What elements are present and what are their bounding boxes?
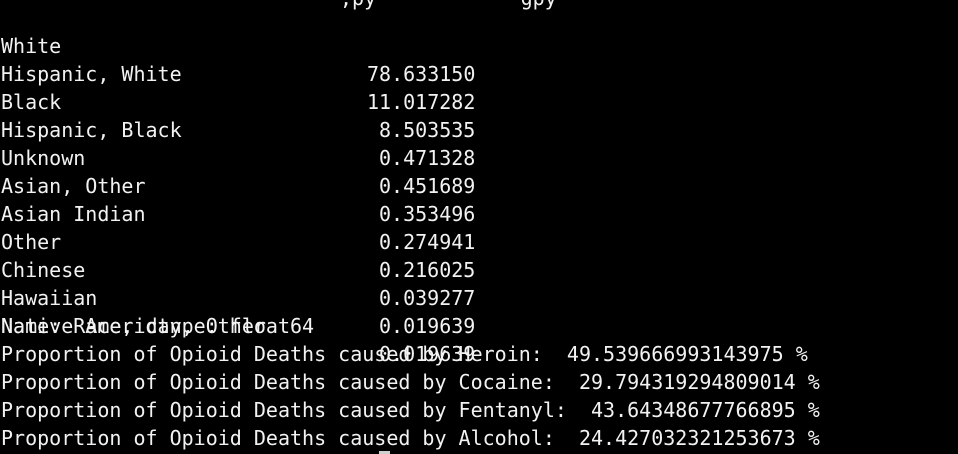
value-count-row: White 78.633150 <box>1 4 958 86</box>
race-percentage: 0.019639 <box>379 314 476 338</box>
terminal-output: ,py gpy White 78.633150 Hispanic, White … <box>0 0 958 454</box>
value-count-row: Asian Indian 0.274941 <box>1 172 958 254</box>
value-count-row: Hispanic, White 11.017282 <box>1 32 958 114</box>
value-count-row: Native American, Other 0.019639 <box>1 284 958 366</box>
proportion-line-cocaine: Proportion of Opioid Deaths caused by Co… <box>1 370 820 394</box>
value-count-row: Chinese 0.039277 <box>1 228 958 310</box>
value-count-row: Black 8.503535 <box>1 60 958 142</box>
series-footer: Name: Race, dtype: float64 <box>1 314 315 338</box>
value-count-row: Other 0.216025 <box>1 200 958 282</box>
proportion-line-fentanyl: Proportion of Opioid Deaths caused by Fe… <box>1 398 820 422</box>
value-count-row: Hispanic, Black 0.471328 <box>1 88 958 170</box>
proportion-line-heroin: Proportion of Opioid Deaths caused by He… <box>1 342 808 366</box>
proportion-line-alcohol: Proportion of Opioid Deaths caused by Al… <box>1 426 820 450</box>
value-count-row: Unknown 0.451689 <box>1 116 958 198</box>
value-count-row: Asian, Other 0.353496 <box>1 144 958 226</box>
value-count-row: Hawaiian 0.019639 <box>1 256 958 338</box>
